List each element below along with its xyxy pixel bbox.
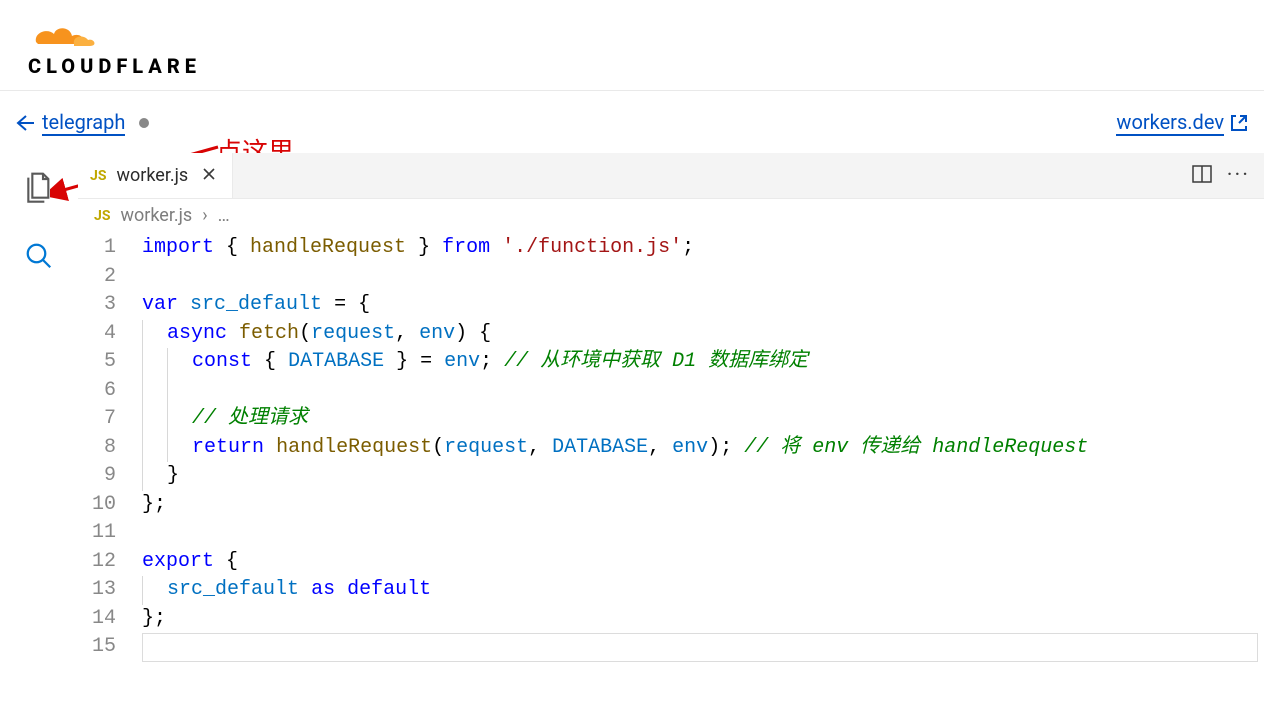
activity-bar [0, 153, 78, 693]
code-line[interactable]: const { DATABASE } = env; // 从环境中获取 D1 数… [142, 348, 1264, 377]
line-number: 6 [78, 377, 116, 406]
unsaved-indicator-icon [139, 118, 149, 128]
brand-logo [28, 18, 1264, 50]
code-line[interactable]: }; [142, 491, 1264, 520]
tab-close-button[interactable] [198, 162, 220, 189]
line-number: 13 [78, 576, 116, 605]
code-line[interactable]: async fetch(request, env) { [142, 320, 1264, 349]
js-badge-icon: JS [90, 168, 106, 184]
js-badge-icon: JS [94, 208, 110, 224]
tab-worker-js[interactable]: JS worker.js [78, 153, 233, 198]
code-line[interactable]: src_default as default [142, 576, 1264, 605]
code-line[interactable]: // 处理请求 [142, 405, 1264, 434]
back-link-label: telegraph [42, 110, 125, 136]
code-line[interactable] [142, 377, 1264, 406]
split-editor-button[interactable] [1191, 163, 1213, 189]
line-number: 9 [78, 462, 116, 491]
code-line[interactable] [142, 633, 1264, 662]
line-number: 7 [78, 405, 116, 434]
line-number: 5 [78, 348, 116, 377]
line-number: 3 [78, 291, 116, 320]
line-number-gutter: 123456789101112131415 [78, 234, 142, 662]
breadcrumb-separator: › [202, 205, 207, 226]
line-number: 10 [78, 491, 116, 520]
nav-row: telegraph workers.dev [0, 91, 1264, 143]
line-number: 14 [78, 605, 116, 634]
line-number: 11 [78, 519, 116, 548]
workers-dev-link[interactable]: workers.dev [1116, 110, 1224, 136]
external-link-icon [1230, 114, 1248, 132]
code-line[interactable]: } [142, 462, 1264, 491]
breadcrumb-filename: worker.js [120, 205, 192, 226]
brand-name: CLOUDFLARE [28, 54, 1264, 78]
page-header: CLOUDFLARE [0, 0, 1264, 91]
breadcrumb-more: … [218, 205, 230, 226]
close-icon [202, 167, 216, 181]
code-line[interactable]: }; [142, 605, 1264, 634]
line-number: 8 [78, 434, 116, 463]
code-lines[interactable]: import { handleRequest } from './functio… [142, 234, 1264, 662]
arrow-left-icon [14, 113, 34, 133]
search-icon [24, 241, 54, 271]
workers-dev-label: workers.dev [1116, 110, 1224, 134]
code-line[interactable] [142, 263, 1264, 292]
code-line[interactable]: import { handleRequest } from './functio… [142, 234, 1264, 263]
code-line[interactable]: export { [142, 548, 1264, 577]
cloudflare-icon [28, 18, 100, 50]
line-number: 4 [78, 320, 116, 349]
editor-main: JS worker.js ··· JS [78, 153, 1264, 693]
line-number: 12 [78, 548, 116, 577]
code-area[interactable]: 123456789101112131415 import { handleReq… [78, 230, 1264, 662]
tab-bar: JS worker.js ··· [78, 153, 1264, 199]
code-line[interactable]: return handleRequest(request, DATABASE, … [142, 434, 1264, 463]
files-icon [23, 171, 55, 203]
line-number: 2 [78, 263, 116, 292]
code-line[interactable] [142, 519, 1264, 548]
line-number: 15 [78, 633, 116, 662]
code-line[interactable]: var src_default = { [142, 291, 1264, 320]
line-number: 1 [78, 234, 116, 263]
breadcrumb[interactable]: JS worker.js › … [78, 199, 1264, 230]
more-actions-button[interactable]: ··· [1227, 163, 1250, 188]
back-link[interactable]: telegraph [14, 110, 125, 136]
search-button[interactable] [24, 241, 54, 275]
tab-filename: worker.js [116, 165, 188, 186]
editor: JS worker.js ··· JS [0, 153, 1264, 693]
explorer-button[interactable] [23, 171, 55, 207]
split-layout-icon [1191, 163, 1213, 185]
